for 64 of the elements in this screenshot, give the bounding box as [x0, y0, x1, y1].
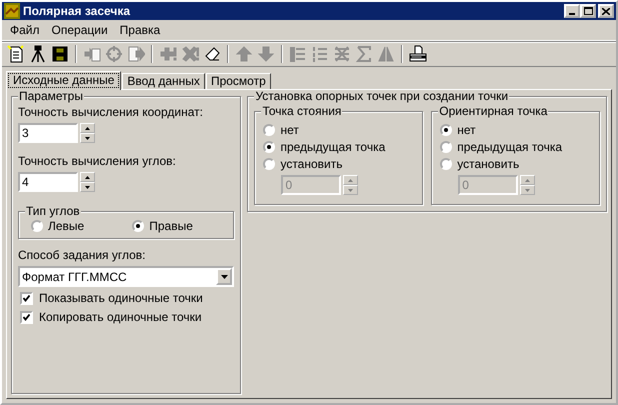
tripod-icon[interactable]	[29, 45, 47, 63]
save-icon[interactable]	[51, 45, 69, 63]
field-label: Способ задания углов:	[18, 248, 146, 263]
down-arrow-icon	[85, 136, 90, 140]
spin-down-button[interactable]	[80, 182, 95, 192]
check-icon	[23, 314, 30, 320]
down-arrow-icon	[348, 188, 354, 192]
down-arrow-icon	[525, 188, 530, 192]
up-arrow-icon	[85, 176, 90, 178]
radio-label: Левые	[48, 218, 84, 234]
check-icon	[23, 294, 30, 302]
field-label: Точность вычисления координат:	[18, 105, 204, 120]
up-arrow-icon	[85, 126, 90, 130]
group-title: Установка опорных точек при создании точки	[254, 90, 510, 103]
number-field[interactable]: 4	[18, 172, 78, 192]
maximize-icon	[584, 7, 592, 15]
radio-button[interactable]	[263, 124, 276, 136]
checkbox-label: Копировать одиночные точки	[39, 309, 202, 325]
dropdown-arrow-icon	[220, 274, 228, 278]
radio-button[interactable]	[440, 124, 452, 136]
radio-label: предыдущая точка	[457, 139, 562, 155]
radio-button[interactable]	[440, 141, 452, 153]
new-document-icon[interactable]	[7, 45, 25, 63]
radio-label: предыдущая точка	[280, 139, 386, 155]
close-button[interactable]	[598, 4, 614, 18]
minimize-button[interactable]	[564, 4, 580, 18]
tab[interactable]: Ввод данных	[122, 73, 205, 89]
radio-button[interactable]	[263, 158, 276, 170]
spin-down-button[interactable]	[80, 133, 95, 143]
close-icon	[602, 8, 610, 14]
printer-icon[interactable]	[409, 45, 427, 63]
group-title: Ориентирная точка	[438, 105, 548, 118]
radio-label: установить	[280, 156, 342, 172]
menu-item[interactable]: Операции	[46, 23, 114, 37]
dropdown[interactable]: Формат ГГГ.ММСС	[18, 266, 234, 287]
radio-label: нет	[457, 122, 476, 138]
radio-button[interactable]	[132, 220, 144, 232]
tab[interactable]: Просмотр	[206, 73, 271, 89]
radio-label: установить	[457, 156, 520, 172]
group-title: Точка стояния	[261, 105, 342, 118]
radio-button[interactable]	[31, 220, 43, 232]
field-label: Точность вычисления углов:	[18, 154, 177, 169]
eraser-icon[interactable]	[203, 45, 221, 63]
checkbox[interactable]	[20, 292, 33, 304]
spin-up-button[interactable]	[80, 123, 95, 133]
group-title: Параметры	[18, 90, 84, 103]
group-title: Тип углов	[25, 205, 81, 218]
radio-button[interactable]	[440, 158, 452, 170]
down-arrow-icon	[85, 186, 90, 188]
up-arrow-icon	[525, 178, 530, 182]
app-icon	[4, 3, 20, 19]
checkbox-label: Показывать одиночные точки	[39, 290, 203, 306]
tab[interactable]: Исходные данные	[6, 71, 122, 90]
checkbox[interactable]	[20, 310, 33, 324]
spin-up-button[interactable]	[80, 172, 95, 182]
maximize-button[interactable]	[580, 4, 596, 18]
radio-button[interactable]	[263, 141, 276, 153]
radio-label: Правые	[149, 218, 193, 234]
radio-label: нет	[280, 122, 299, 138]
window-title: Полярная засечка	[23, 4, 132, 18]
menu-item[interactable]: Файл	[4, 23, 46, 37]
up-arrow-icon	[348, 178, 354, 182]
number-field[interactable]: 3	[18, 123, 78, 143]
menu-item[interactable]: Правка	[114, 23, 166, 37]
